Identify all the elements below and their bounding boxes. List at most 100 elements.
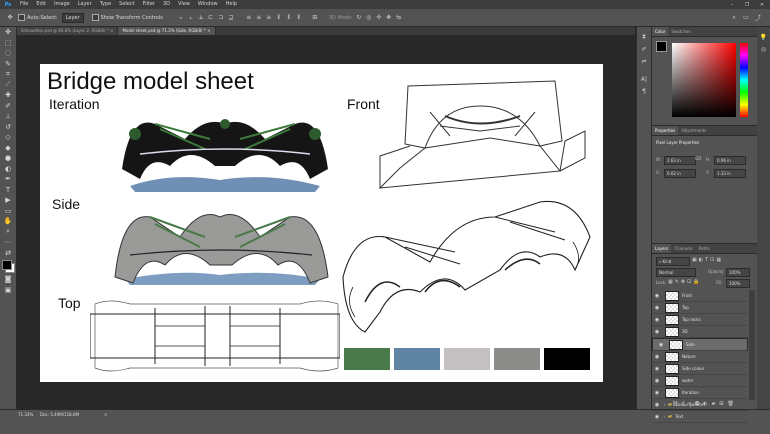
align-vcenter-icon[interactable]: ⫠ bbox=[187, 14, 195, 22]
foreground-color-swatch[interactable] bbox=[2, 260, 12, 270]
eye-icon[interactable]: ◉ bbox=[652, 305, 662, 311]
align-right-icon[interactable]: ⊒ bbox=[227, 14, 235, 22]
brush-tool-icon[interactable]: ✐ bbox=[0, 101, 16, 112]
3d-slide-icon[interactable]: ❖ bbox=[385, 14, 393, 22]
move-tool-icon[interactable]: ✥ bbox=[0, 27, 16, 38]
fill-field[interactable]: 100% bbox=[726, 279, 750, 288]
eyedropper-tool-icon[interactable]: ⟋ bbox=[0, 80, 16, 91]
new-layer-icon[interactable]: ⊞ bbox=[719, 401, 727, 407]
close-tab-icon[interactable]: × bbox=[207, 28, 210, 33]
zoom-tool-icon[interactable]: ⌕ bbox=[0, 227, 16, 238]
align-top-icon[interactable]: ⫟ bbox=[177, 14, 185, 22]
eye-icon[interactable]: ◉ bbox=[652, 414, 662, 420]
auto-select-checkbox[interactable]: Auto-Select: bbox=[18, 14, 58, 21]
layer-row[interactable]: ◉ Side colour bbox=[652, 363, 748, 375]
layer-row[interactable]: ◉ 3D bbox=[652, 326, 748, 338]
delete-layer-icon[interactable]: 🗑 bbox=[728, 401, 738, 407]
marquee-tool-icon[interactable]: ⬚ bbox=[0, 38, 16, 49]
link-dimensions-button[interactable]: GO bbox=[695, 156, 701, 161]
paragraph-panel-icon[interactable]: ¶ bbox=[637, 85, 651, 97]
brush-settings-icon[interactable]: ✐ bbox=[637, 43, 651, 55]
lasso-tool-icon[interactable]: ◌ bbox=[0, 48, 16, 59]
tab-silhouettes[interactable]: Silhouettes.psd @ 66.8% (Layer 2, RGB/8)… bbox=[17, 27, 119, 35]
eye-icon[interactable]: ◉ bbox=[652, 354, 662, 360]
more-tools-icon[interactable]: ⋯ bbox=[0, 237, 16, 248]
close-button[interactable]: ✕ bbox=[756, 0, 768, 9]
menu-type[interactable]: Type bbox=[96, 0, 115, 9]
clone-stamp-tool-icon[interactable]: ⊥ bbox=[0, 111, 16, 122]
search-icon[interactable]: ⌕ bbox=[730, 14, 738, 22]
status-menu-arrow[interactable]: > bbox=[104, 412, 107, 417]
tab-swatches[interactable]: Swatches bbox=[668, 27, 693, 36]
menu-window[interactable]: Window bbox=[194, 0, 222, 9]
distribute-hcenter-icon[interactable]: ⦀ bbox=[285, 14, 293, 22]
layer-filter-kind[interactable]: ⌕ Kind bbox=[656, 257, 690, 266]
menu-file[interactable]: File bbox=[16, 0, 32, 9]
layers-scrollbar[interactable] bbox=[749, 290, 755, 400]
eye-icon[interactable]: ◉ bbox=[652, 293, 662, 299]
3d-roll-icon[interactable]: ◎ bbox=[365, 14, 373, 22]
layer-row-selected[interactable]: ◉ Side bbox=[652, 338, 748, 351]
learn-panel-icon[interactable]: 💡 bbox=[757, 31, 770, 43]
eye-icon[interactable]: ◉ bbox=[652, 329, 662, 335]
blend-mode-dropdown[interactable]: Normal bbox=[656, 268, 696, 277]
layer-row[interactable]: ◉ Top rocks bbox=[652, 314, 748, 326]
distribute-vcenter-icon[interactable]: ≡ bbox=[255, 14, 263, 22]
align-left-icon[interactable]: ⊏ bbox=[207, 14, 215, 22]
tab-paths[interactable]: Paths bbox=[696, 244, 713, 253]
hue-slider[interactable] bbox=[740, 43, 748, 117]
blur-tool-icon[interactable]: ● bbox=[0, 153, 16, 164]
eye-icon[interactable]: ◉ bbox=[652, 402, 662, 408]
y-field[interactable]: 1.33 in bbox=[714, 169, 746, 178]
link-layers-icon[interactable]: ⛓ bbox=[672, 401, 682, 407]
quick-mask-icon[interactable]: ◙ bbox=[0, 274, 16, 285]
menu-edit[interactable]: Edit bbox=[32, 0, 50, 9]
document-canvas[interactable]: Bridge model sheet Iteration Front Side … bbox=[40, 64, 603, 382]
3d-scale-icon[interactable]: ⇆ bbox=[395, 14, 403, 22]
zoom-level[interactable]: 71.33% bbox=[18, 412, 33, 417]
eye-icon[interactable]: ◉ bbox=[652, 378, 662, 384]
menu-select[interactable]: Select bbox=[115, 0, 138, 9]
quick-select-tool-icon[interactable]: ✎ bbox=[0, 59, 16, 70]
menu-filter[interactable]: Filter bbox=[139, 0, 159, 9]
crop-tool-icon[interactable]: ⌗ bbox=[0, 69, 16, 80]
screen-mode-icon[interactable]: ▣ bbox=[0, 285, 16, 296]
close-tab-icon[interactable]: × bbox=[110, 28, 113, 33]
adjustments-icon[interactable]: ⇌ bbox=[637, 55, 651, 67]
distribute-top-icon[interactable]: ≡ bbox=[245, 14, 253, 22]
history-brush-tool-icon[interactable]: ↺ bbox=[0, 122, 16, 133]
history-panel-icon[interactable]: ⧗ bbox=[637, 31, 651, 43]
rectangle-tool-icon[interactable]: ▭ bbox=[0, 206, 16, 217]
type-tool-icon[interactable]: T bbox=[0, 185, 16, 196]
path-select-tool-icon[interactable]: ▶ bbox=[0, 195, 16, 206]
layer-row[interactable]: ◉ Iteration bbox=[652, 387, 748, 399]
height-field[interactable]: 0.96 in bbox=[714, 156, 746, 165]
layer-row[interactable]: ◉ Nature bbox=[652, 351, 748, 363]
lock-icons[interactable]: ▦✎✥⊡🔒 bbox=[668, 279, 702, 285]
menu-layer[interactable]: Layer bbox=[74, 0, 96, 9]
move-tool-icon[interactable]: ✥ bbox=[6, 14, 14, 22]
menu-view[interactable]: View bbox=[174, 0, 194, 9]
tab-layers[interactable]: Layers bbox=[652, 244, 672, 253]
eye-icon[interactable]: ◉ bbox=[656, 341, 666, 349]
pen-tool-icon[interactable]: ✒ bbox=[0, 174, 16, 185]
3d-drag-icon[interactable]: ✣ bbox=[375, 14, 383, 22]
tab-color[interactable]: Color bbox=[652, 27, 669, 36]
layer-filter-icons[interactable]: ▣◐T⊡▦ bbox=[692, 257, 723, 263]
menu-3d[interactable]: 3D bbox=[159, 0, 174, 9]
libraries-panel-icon[interactable]: ◎ bbox=[757, 43, 770, 55]
x-field[interactable]: 0.02 in bbox=[664, 169, 696, 178]
dodge-tool-icon[interactable]: ◐ bbox=[0, 164, 16, 175]
maximize-button[interactable]: ❐ bbox=[741, 0, 753, 9]
layer-row[interactable]: ◉ Front bbox=[652, 290, 748, 302]
minimize-button[interactable]: – bbox=[726, 0, 738, 9]
character-panel-icon[interactable]: A| bbox=[637, 73, 651, 85]
3d-rotate-icon[interactable]: ↻ bbox=[355, 14, 363, 22]
swap-colors-icon[interactable]: ⇄ bbox=[0, 248, 16, 259]
layer-row[interactable]: ◉ water bbox=[652, 375, 748, 387]
distribute-right-icon[interactable]: ⦀ bbox=[295, 14, 303, 22]
foreground-background-colors[interactable] bbox=[0, 258, 16, 274]
tab-channels[interactable]: Channels bbox=[671, 244, 696, 253]
healing-brush-tool-icon[interactable]: ✚ bbox=[0, 90, 16, 101]
distribute-bottom-icon[interactable]: ≡ bbox=[265, 14, 273, 22]
